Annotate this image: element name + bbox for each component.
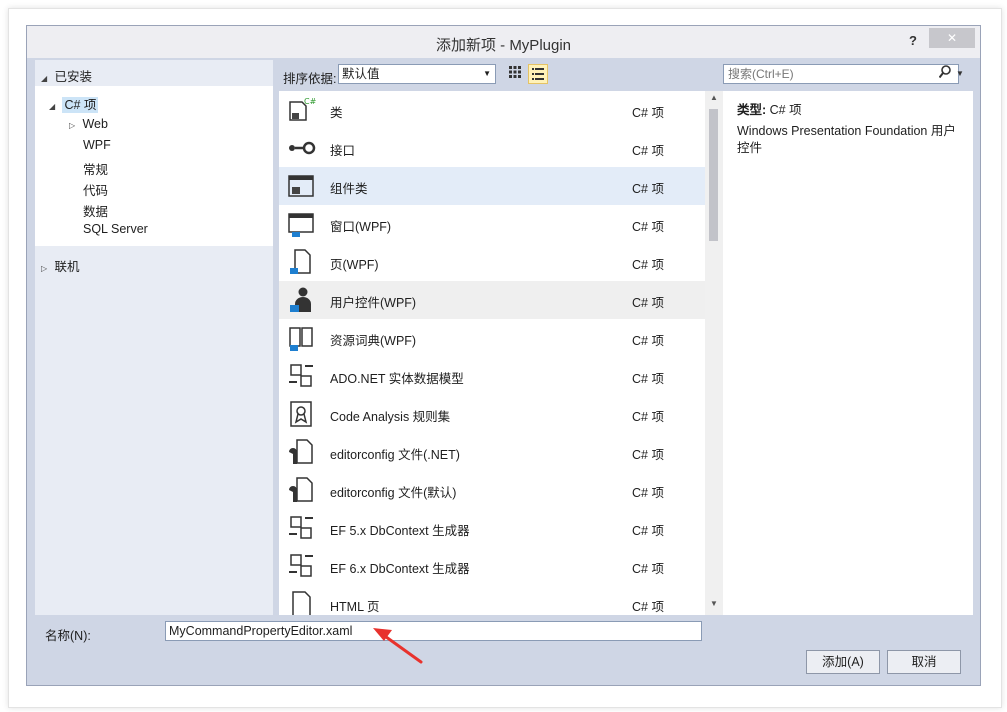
annotation-arrow-icon bbox=[373, 628, 423, 664]
